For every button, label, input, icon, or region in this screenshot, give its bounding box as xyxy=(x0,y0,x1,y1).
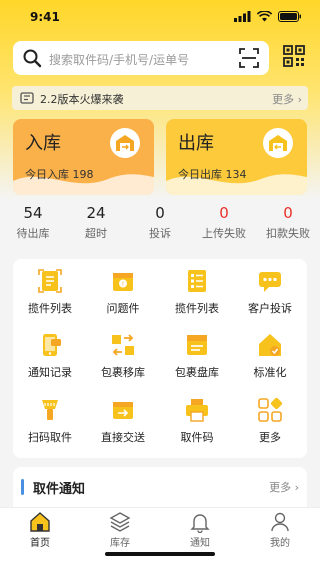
system-icons xyxy=(234,11,302,22)
stat-value: 24 xyxy=(86,204,106,222)
inbound-title: 入库 xyxy=(25,133,61,154)
stat-label: 超时 xyxy=(85,227,107,240)
search-placeholder: 搜索取件码/手机号/运单号 xyxy=(49,53,190,67)
tab-label: 首页 xyxy=(30,538,50,549)
pickup-notice-title: 取件通知 xyxy=(33,482,86,497)
grid-label: 标准化 xyxy=(253,366,287,379)
chat-icon xyxy=(259,272,281,292)
announcement-more-link[interactable]: 更多 › xyxy=(272,91,302,107)
tab-label: 库存 xyxy=(110,538,130,549)
stat-value: 0 xyxy=(283,204,293,222)
stats-row: 54 待出库 24 超时 0 投诉 0 上传失败 0 扣款失败 xyxy=(0,203,320,243)
inbound-card[interactable]: 入库 今日入库 198 xyxy=(13,119,154,195)
grid-label: 客户投诉 xyxy=(248,302,292,315)
outbound-card[interactable]: 出库 今日出库 134 xyxy=(166,119,307,195)
stat-upload-failed[interactable]: 0 上传失败 xyxy=(192,203,256,241)
announcement-bar[interactable]: 2.2版本火爆来袭 更多 › xyxy=(12,86,308,110)
grid-label: 包裹盘库 xyxy=(175,366,219,379)
grid-item-customer-complaint[interactable]: 客户投诉 xyxy=(233,268,307,316)
search-icon xyxy=(23,49,42,68)
problem-box-icon: ! xyxy=(113,273,133,291)
user-icon xyxy=(271,512,289,532)
grid-item-inventory[interactable]: 包裹盘库 xyxy=(160,332,234,380)
inventory-box-icon xyxy=(187,335,207,355)
grid-item-standardization[interactable]: 标准化 xyxy=(233,332,307,380)
scanner-icon xyxy=(42,400,58,420)
battery-icon xyxy=(278,11,301,22)
move-box-icon xyxy=(112,334,134,356)
grid-item-problem-parcel[interactable]: ! 问题件 xyxy=(86,268,160,316)
tab-profile[interactable]: 我的 xyxy=(240,511,320,549)
stat-pending-outbound[interactable]: 54 待出库 xyxy=(1,203,65,241)
more-grid-icon xyxy=(258,397,283,422)
grid-label: 通知记录 xyxy=(28,366,72,379)
section-accent-bar xyxy=(21,479,24,495)
list-doc-icon xyxy=(188,270,206,292)
signal-icon xyxy=(234,11,251,22)
grid-label: 揽件列表 xyxy=(28,302,72,315)
search-bar[interactable]: 搜索取件码/手机号/运单号 xyxy=(13,41,269,75)
announcement-text: 2.2版本火爆来袭 xyxy=(40,93,124,106)
bottom-tab-bar: 首页 库存 通知 我的 xyxy=(0,507,320,570)
status-bar: 9:41 xyxy=(0,0,320,36)
grid-item-pickup-code[interactable]: 取件码 xyxy=(160,397,234,445)
chevron-right-icon: › xyxy=(294,481,299,494)
stat-deduction-failed[interactable]: 0 扣款失败 xyxy=(256,203,320,241)
grid-item-direct-delivery[interactable]: 直接交送 xyxy=(86,397,160,445)
stat-label: 扣款失败 xyxy=(266,227,310,240)
grid-label: 扫码取件 xyxy=(28,431,72,444)
tab-stock[interactable]: 库存 xyxy=(80,511,160,549)
home-check-icon xyxy=(259,334,281,356)
layers-icon xyxy=(109,512,131,532)
grid-label: 取件码 xyxy=(180,431,214,444)
stat-complaints[interactable]: 0 投诉 xyxy=(128,203,192,241)
home-indicator xyxy=(105,552,215,556)
pickup-notice-section: 取件通知 更多 › xyxy=(13,467,307,507)
grid-item-scan-pickup[interactable]: 扫码取件 xyxy=(13,397,87,445)
speaker-icon xyxy=(20,92,34,104)
stat-value: 0 xyxy=(155,204,165,222)
tab-notifications[interactable]: 通知 xyxy=(160,511,240,549)
status-time: 9:41 xyxy=(30,10,60,24)
tab-label: 我的 xyxy=(270,538,290,549)
stat-label: 待出库 xyxy=(16,227,50,240)
grid-item-parcel-list[interactable]: 揽件列表 xyxy=(13,268,87,316)
home-icon xyxy=(30,512,50,532)
stat-overdue[interactable]: 24 超时 xyxy=(64,203,128,241)
chevron-right-icon: › xyxy=(297,93,302,106)
pickup-notice-more-link[interactable]: 更多 › xyxy=(269,479,299,495)
wifi-icon xyxy=(257,11,272,22)
grid-label: 问题件 xyxy=(106,302,140,315)
printer-icon xyxy=(186,399,208,422)
outbound-title: 出库 xyxy=(178,133,214,154)
grid-item-notice-record[interactable]: 通知记录 xyxy=(13,332,87,380)
outbound-today-count: 今日出库 134 xyxy=(178,168,247,181)
svg-text:!: ! xyxy=(122,281,124,288)
warehouse-in-icon xyxy=(110,128,140,158)
scan-icon[interactable] xyxy=(239,48,259,68)
qr-code-icon[interactable] xyxy=(283,45,305,67)
stat-label: 投诉 xyxy=(149,227,171,240)
grid-item-more[interactable]: 更多 xyxy=(233,397,307,445)
tab-label: 通知 xyxy=(190,538,210,549)
inbound-today-count: 今日入库 198 xyxy=(25,168,94,181)
phone-message-icon xyxy=(43,334,61,356)
stat-value: 0 xyxy=(219,204,229,222)
stat-label: 上传失败 xyxy=(202,227,246,240)
grid-label: 更多 xyxy=(259,431,281,444)
grid-item-move-stock[interactable]: 包裹移库 xyxy=(86,332,160,380)
grid-item-pickup-list[interactable]: 揽件列表 xyxy=(160,268,234,316)
function-grid: 揽件列表 ! 问题件 揽件列表 客户投诉 通知记录 包裹移库 包裹盘库 标准化 … xyxy=(13,259,307,458)
bell-icon xyxy=(190,514,210,533)
grid-label: 揽件列表 xyxy=(175,302,219,315)
grid-label: 包裹移库 xyxy=(101,366,145,379)
warehouse-out-icon xyxy=(263,128,293,158)
stat-value: 54 xyxy=(23,204,43,222)
parcel-list-icon xyxy=(38,269,62,293)
handover-box-icon xyxy=(113,402,133,419)
tab-home[interactable]: 首页 xyxy=(0,511,80,549)
grid-label: 直接交送 xyxy=(101,431,145,444)
pickup-notice-more-label: 更多 xyxy=(269,481,292,494)
announcement-more-label: 更多 xyxy=(272,93,295,106)
